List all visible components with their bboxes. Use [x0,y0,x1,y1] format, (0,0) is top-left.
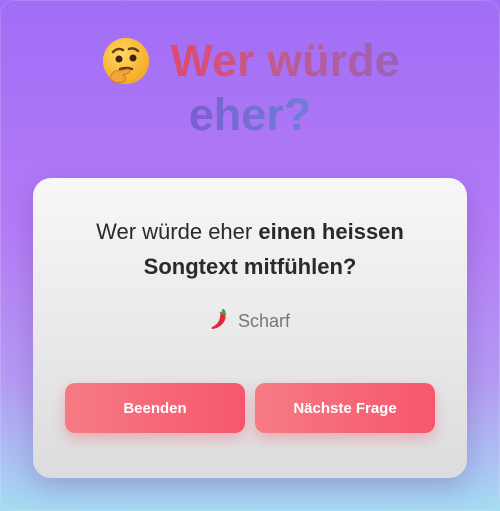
thinking-face-icon [100,35,152,87]
next-question-button[interactable]: Nächste Frage [255,383,435,433]
end-button[interactable]: Beenden [65,383,245,433]
title-line-1: Wer würde [0,34,500,88]
level-indicator: Scharf [33,308,467,335]
page-title: Wer würde eher? [0,34,500,142]
question-prefix: Wer würde eher [96,219,259,244]
question-card: Wer würde eher einen heissen Songtext mi… [33,178,467,478]
chili-pepper-icon [210,308,230,335]
level-label: Scharf [237,311,291,331]
title-text-line-2: eher? [188,89,312,140]
title-text-line-1: Wer würde [170,35,400,86]
question-text: Wer würde eher einen heissen Songtext mi… [63,214,437,284]
